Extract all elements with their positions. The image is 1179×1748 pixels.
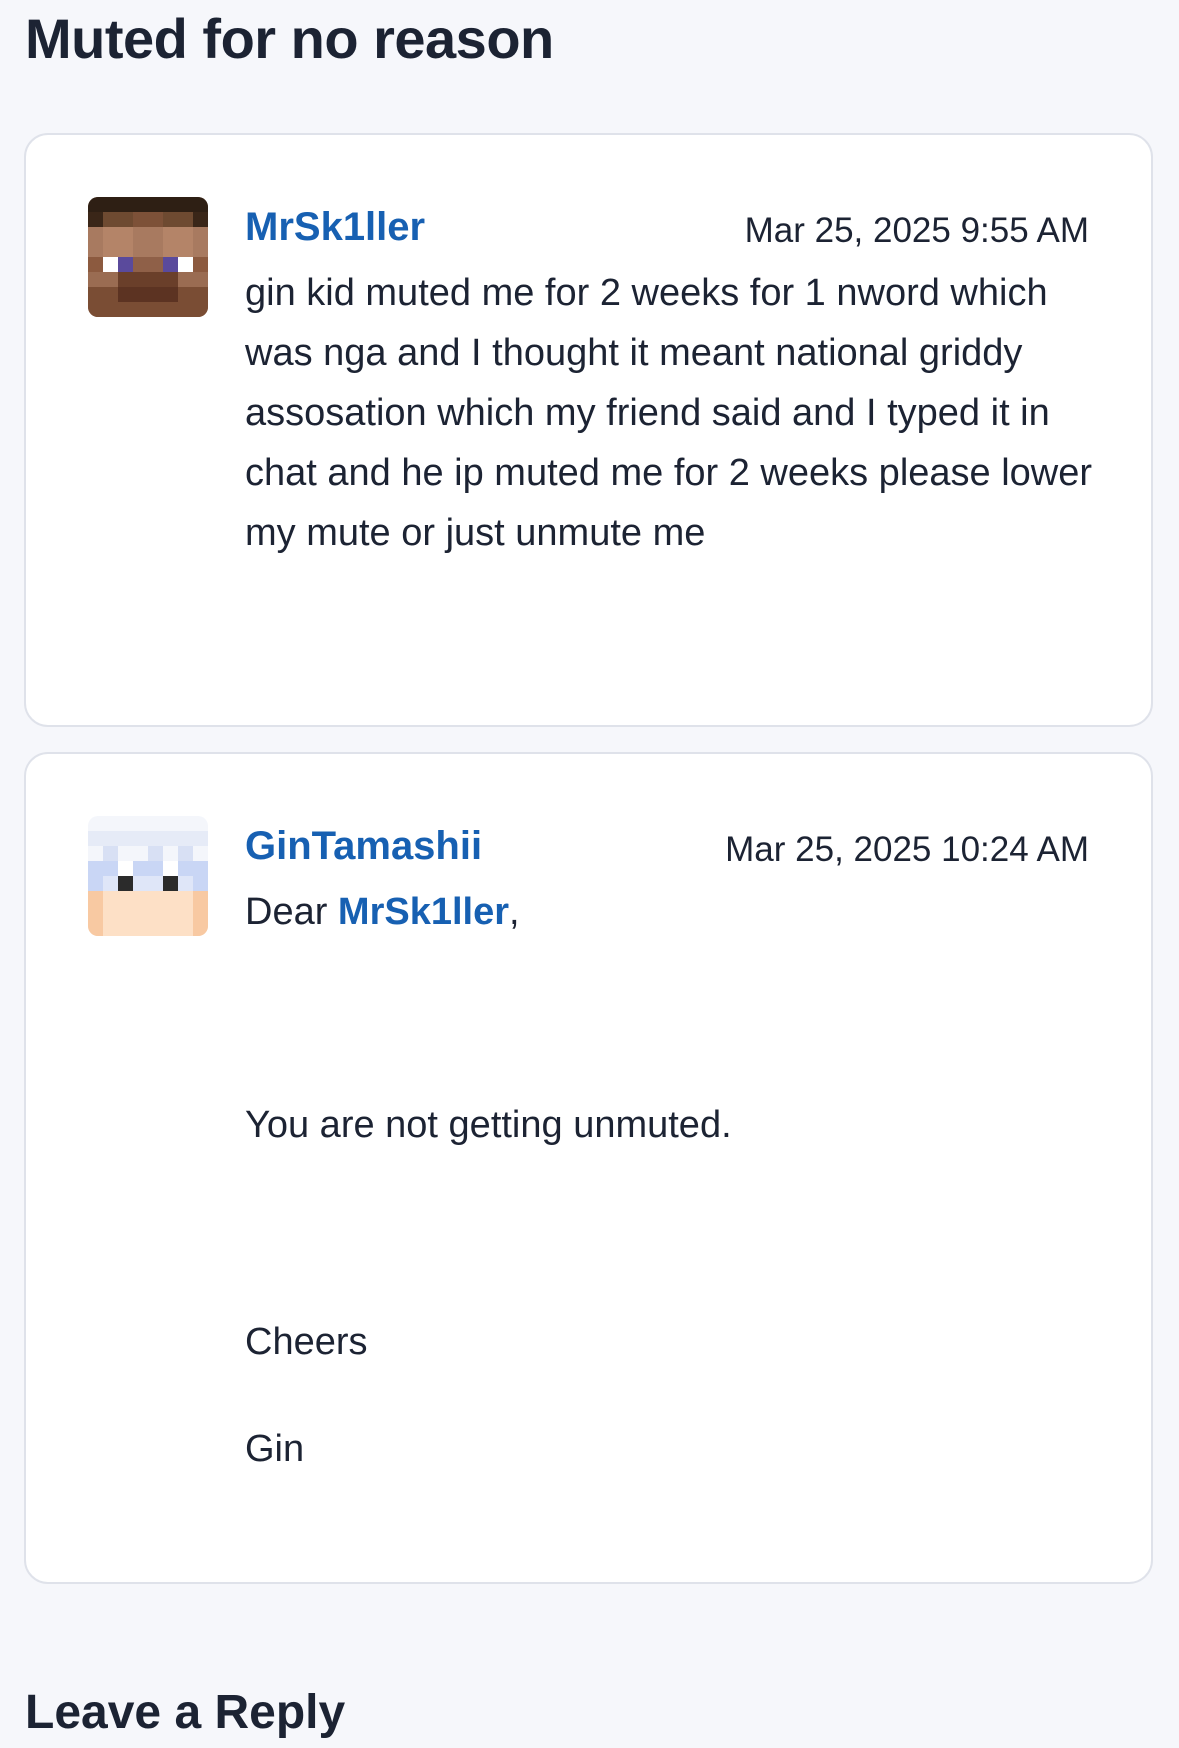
minecraft-skin-white-hair-avatar-icon[interactable]	[88, 816, 208, 936]
reply-heading: Leave a Reply	[25, 1686, 346, 1739]
post-card: GinTamashii Mar 25, 2025 10:24 AM Dear M…	[24, 752, 1153, 1584]
greeting-prefix: Dear	[245, 891, 338, 933]
post-author-link[interactable]: MrSk1ller	[245, 203, 425, 251]
post-text: gin kid muted me for 2 weeks for 1 nword…	[245, 272, 1093, 554]
post-author-link[interactable]: GinTamashii	[245, 822, 482, 870]
post-timestamp: Mar 25, 2025 10:24 AM	[725, 830, 1089, 869]
post-body: gin kid muted me for 2 weeks for 1 nword…	[245, 263, 1095, 563]
post-card: MrSk1ller Mar 25, 2025 9:55 AM gin kid m…	[24, 133, 1153, 727]
page-title: Muted for no reason	[25, 7, 554, 70]
signature-text: Gin	[245, 1428, 305, 1470]
minecraft-skin-brown-hair-avatar-icon[interactable]	[88, 197, 208, 317]
post-timestamp: Mar 25, 2025 9:55 AM	[744, 211, 1089, 250]
post-text: You are not getting unmuted.	[245, 1104, 732, 1146]
greeting-line: Dear MrSk1ller,	[245, 882, 520, 942]
greeting-suffix: ,	[509, 891, 520, 933]
closing-text: Cheers	[245, 1321, 368, 1363]
user-mention-link[interactable]: MrSk1ller	[338, 891, 509, 933]
